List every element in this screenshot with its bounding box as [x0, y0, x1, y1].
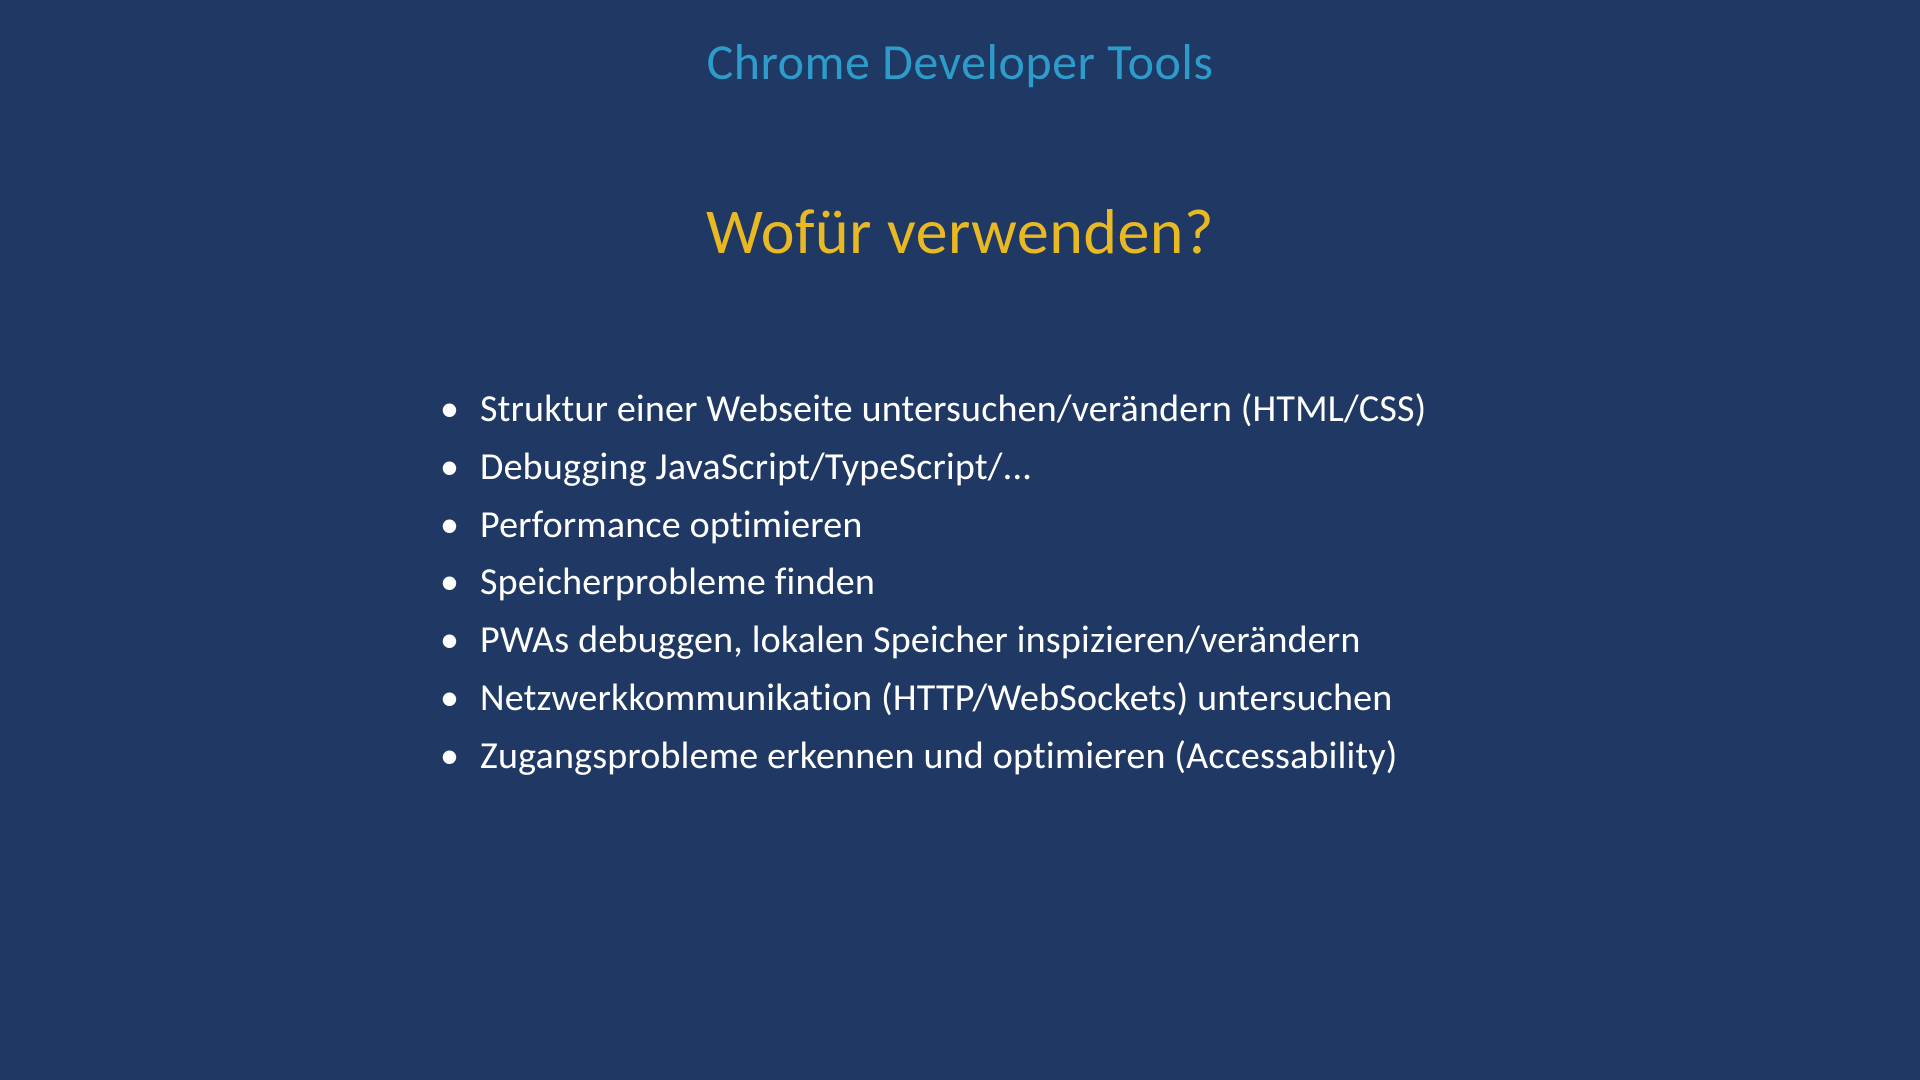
list-item: PWAs debuggen, lokalen Speicher inspizie… [428, 612, 1920, 670]
list-item: Debugging JavaScript/TypeScript/... [428, 439, 1920, 497]
bullet-list: Struktur einer Webseite untersuchen/verä… [428, 381, 1920, 785]
list-item: Speicherprobleme finden [428, 554, 1920, 612]
list-item: Struktur einer Webseite untersuchen/verä… [428, 381, 1920, 439]
slide-content: Struktur einer Webseite untersuchen/verä… [428, 381, 1920, 785]
list-item: Netzwerkkommunikation (HTTP/WebSockets) … [428, 670, 1920, 728]
slide-title: Wofür verwenden? [0, 193, 1920, 271]
list-item: Performance optimieren [428, 497, 1920, 555]
list-item: Zugangsprobleme erkennen und optimieren … [428, 728, 1920, 786]
slide-header: Chrome Developer Tools [0, 0, 1920, 93]
